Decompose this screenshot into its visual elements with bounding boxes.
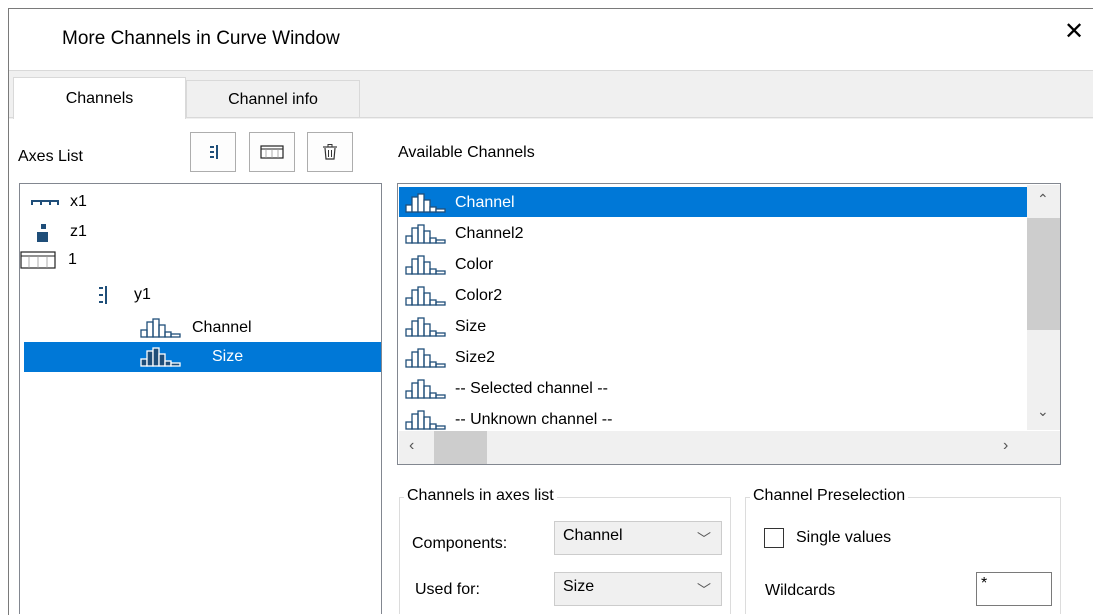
list-item[interactable]: -- Selected channel -- [399,373,608,404]
vertical-scroll-thumb[interactable] [1027,218,1060,330]
list-item[interactable]: Channel2 [399,218,524,249]
used-for-dropdown[interactable]: Size ﹀ [554,572,722,606]
scroll-left-icon[interactable]: ‹ [409,437,414,455]
tree-item-size-content: Size [140,343,243,371]
delete-button[interactable] [307,132,353,172]
chevron-down-icon: ﹀ [697,582,711,598]
single-values-label: Single values [796,529,892,546]
used-for-label: Used for: [415,581,480,598]
list-item[interactable]: Size [399,311,486,342]
tree-item-label: Channel [192,319,252,336]
list-item-label: Channel [455,193,515,211]
add-table-button[interactable] [249,132,295,172]
axes-tree[interactable]: x1 z1 1 y1 Channel Size [19,183,382,614]
used-for-value: Size [563,578,595,595]
tree-item-label: x1 [70,193,87,210]
tree-item-label: 1 [68,251,77,268]
table-icon [20,251,56,269]
tree-item-label: Size [212,348,244,365]
channel-icon [405,378,446,399]
tree-item-x1[interactable]: x1 [30,188,87,216]
tree-item-label: y1 [134,286,151,303]
add-y-axis-icon [210,145,218,159]
list-item[interactable]: Color [399,249,493,280]
list-item-label: Channel2 [455,224,524,242]
list-item[interactable]: Color2 [399,280,502,311]
x-axis-icon [31,200,59,205]
tab-channel-info[interactable]: Channel info [186,80,360,118]
tree-item-label: z1 [70,223,87,240]
channel-icon [405,285,446,306]
horizontal-scroll-thumb[interactable] [434,431,487,464]
trash-icon [323,144,337,160]
scrollbar-corner [1027,431,1060,464]
add-table-icon [260,145,284,159]
channel-icon [405,409,446,430]
tree-item-size[interactable]: Size [24,342,381,372]
components-label: Components: [412,535,508,552]
vertical-scrollbar[interactable]: ⌃ ⌄ [1027,185,1060,430]
channel-icon [405,316,446,337]
channel-preselection-caption: Channel Preselection [750,487,909,505]
axes-list-label: Axes List [18,148,83,165]
window-title: More Channels in Curve Window [62,28,340,49]
tree-item-channel[interactable]: Channel [140,314,252,342]
z-axis-icon [37,224,48,242]
single-values-checkbox[interactable] [764,528,784,548]
available-channels-label: Available Channels [398,144,535,161]
tree-item-1[interactable]: 1 [20,246,77,274]
list-item-label: -- Unknown channel -- [455,410,613,428]
available-channels-list[interactable]: Channel Channel2 Color Color2 Size Size2… [397,183,1061,465]
list-item[interactable]: Size2 [399,342,495,373]
tree-item-y1[interactable]: y1 [96,281,151,309]
wildcards-label: Wildcards [765,582,836,599]
channel-icon [405,192,446,213]
channel-icon [140,318,181,338]
channel-icon [405,254,446,275]
list-item-label: Color [455,255,494,273]
tab-channels[interactable]: Channels [13,77,186,119]
scroll-up-icon[interactable]: ⌃ [1037,191,1049,208]
add-y-axis-button[interactable] [190,132,236,172]
channel-icon [140,347,181,367]
scroll-down-icon[interactable]: ⌄ [1037,403,1049,420]
channel-icon [405,347,446,368]
list-item[interactable]: Channel [399,187,515,218]
list-item-label: Size [455,317,487,335]
close-icon[interactable]: ✕ [1062,20,1086,44]
y-axis-icon [99,286,107,304]
list-item-label: Color2 [455,286,503,304]
wildcards-input[interactable]: * [976,572,1052,606]
list-item-label: Size2 [455,348,496,366]
components-dropdown[interactable]: Channel ﹀ [554,521,722,555]
components-value: Channel [563,527,623,544]
list-item-label: -- Selected channel -- [455,379,608,397]
chevron-down-icon: ﹀ [697,531,711,547]
channels-in-axes-caption: Channels in axes list [404,487,557,505]
tree-item-z1[interactable]: z1 [30,218,87,246]
horizontal-scrollbar[interactable]: ‹ › [399,431,1027,464]
scroll-right-icon[interactable]: › [1003,437,1008,455]
channel-icon [405,223,446,244]
